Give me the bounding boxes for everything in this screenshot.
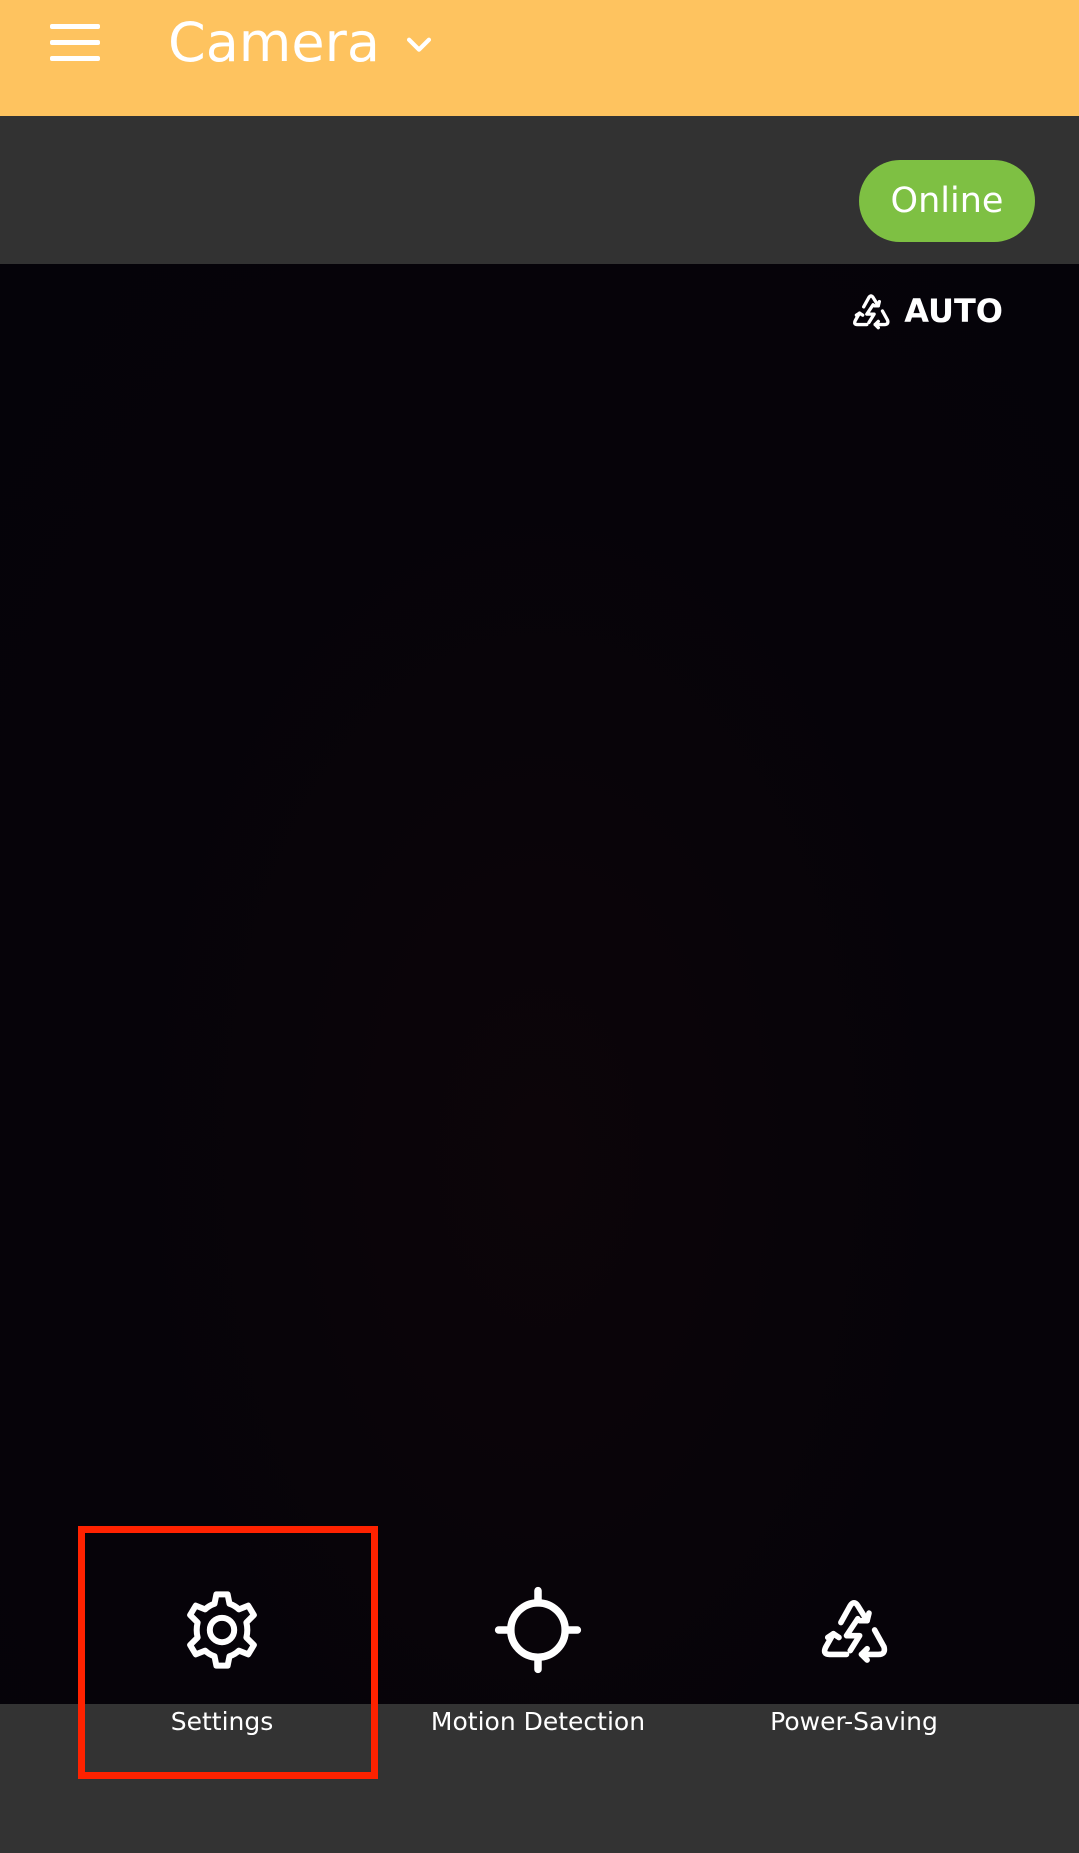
- settings-label: Settings: [170, 1707, 274, 1736]
- camera-live-view[interactable]: AUTO: [0, 264, 1079, 1704]
- device-selector[interactable]: Camera: [168, 6, 436, 78]
- auto-mode-label: AUTO: [904, 292, 1003, 330]
- power-saving-label: Power-Saving: [770, 1707, 938, 1736]
- recycle-bolt-icon: [821, 1600, 888, 1663]
- recycle-bolt-icon: [853, 294, 890, 330]
- motion-detection-label: Motion Detection: [430, 1707, 646, 1736]
- hamburger-icon: [50, 24, 100, 29]
- crosshair-icon: [494, 1586, 582, 1674]
- online-status-badge: Online: [859, 160, 1035, 242]
- menu-button[interactable]: [48, 18, 104, 68]
- motion-detection-button[interactable]: Motion Detection: [388, 1585, 688, 1765]
- chevron-down-icon: [406, 37, 431, 52]
- settings-button[interactable]: Settings: [72, 1585, 372, 1765]
- page-title: Camera: [168, 10, 380, 74]
- gear-icon: [187, 1591, 257, 1669]
- power-saving-button[interactable]: Power-Saving: [704, 1585, 1004, 1765]
- auto-mode-toggle[interactable]: AUTO: [846, 286, 1003, 336]
- status-bar: Online: [0, 116, 1079, 264]
- app-header: Camera: [0, 0, 1079, 116]
